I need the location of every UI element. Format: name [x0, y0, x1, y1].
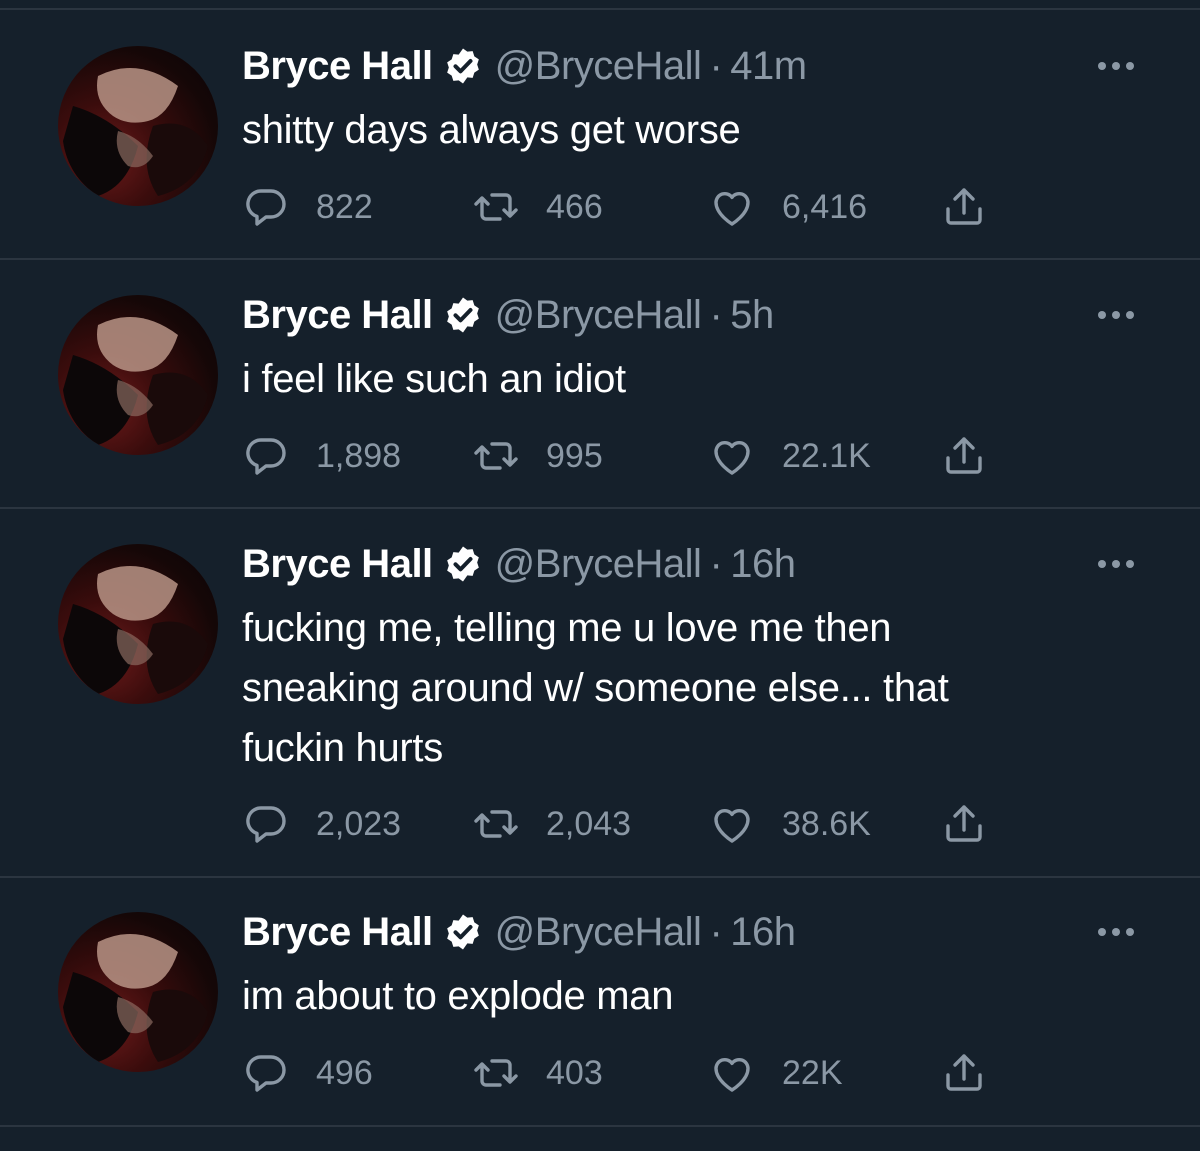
tweet-divider	[0, 258, 1200, 260]
separator-dot: ·	[709, 292, 723, 337]
heart-icon	[714, 192, 750, 226]
reply-count: 2,023	[316, 804, 402, 843]
more-icon[interactable]	[1092, 554, 1140, 574]
tweet-text: fucking me, telling me u love me then sn…	[242, 598, 1122, 778]
verified-badge-icon	[446, 914, 479, 950]
tweet-header: Bryce Hall @BryceHall · 41m	[242, 42, 807, 90]
timestamp[interactable]: 41m	[730, 44, 807, 89]
avatar[interactable]	[58, 295, 218, 455]
tweet-actions: 822 466 6,416	[242, 182, 1002, 232]
separator-dot: ·	[709, 43, 723, 88]
tweet-text-line: im about to explode man	[242, 974, 674, 1018]
tweet-actions: 1,898 995 22.1K	[242, 431, 1002, 481]
share-button[interactable]	[940, 431, 988, 481]
tweet-actions: 2,023 2,043 38.6K	[242, 799, 1002, 849]
share-icon	[946, 805, 982, 842]
timestamp[interactable]: 16h	[730, 910, 796, 955]
avatar-image	[63, 68, 208, 196]
retweet-icon	[474, 1059, 518, 1087]
avatar[interactable]	[58, 912, 218, 1072]
avatar[interactable]	[58, 46, 218, 206]
verified-badge-icon	[446, 297, 479, 333]
retweet-icon	[474, 193, 518, 221]
avatar-image	[63, 317, 208, 445]
avatar[interactable]	[58, 544, 218, 704]
more-icon[interactable]	[1092, 56, 1140, 76]
like-count: 22K	[782, 1053, 843, 1092]
share-icon	[946, 437, 982, 474]
heart-icon	[714, 1058, 750, 1092]
handle[interactable]: @BryceHall	[495, 44, 702, 89]
reply-button[interactable]: 2,023	[242, 799, 401, 849]
share-button[interactable]	[940, 1048, 988, 1098]
reply-count: 822	[316, 187, 373, 226]
like-count: 6,416	[782, 187, 868, 226]
reply-button[interactable]: 496	[242, 1048, 373, 1098]
verified-badge-icon	[446, 48, 479, 84]
retweet-button[interactable]: 466	[472, 182, 603, 232]
heart-icon	[714, 441, 750, 475]
retweet-count: 2,043	[546, 804, 632, 843]
tweet-text: shitty days always get worse	[242, 100, 1122, 160]
reply-button[interactable]: 822	[242, 182, 373, 232]
like-count: 38.6K	[782, 804, 871, 843]
like-button[interactable]: 38.6K	[708, 799, 871, 849]
retweet-count: 466	[546, 187, 603, 226]
timestamp[interactable]: 16h	[730, 542, 796, 587]
retweet-icon	[474, 442, 518, 470]
reply-button[interactable]: 1,898	[242, 431, 401, 481]
tweet-text: im about to explode man	[242, 966, 1122, 1026]
reply-icon	[246, 438, 286, 475]
reply-icon	[246, 806, 286, 843]
like-button[interactable]: 6,416	[708, 182, 867, 232]
tweet-divider	[0, 876, 1200, 878]
heart-icon	[714, 809, 750, 843]
display-name[interactable]: Bryce Hall	[242, 44, 433, 89]
tweet-text-line: sneaking around w/ someone else... that	[242, 666, 949, 710]
separator-dot: ·	[709, 541, 723, 586]
tweet-text-line: i feel like such an idiot	[242, 357, 626, 401]
timestamp[interactable]: 5h	[730, 293, 774, 338]
share-button[interactable]	[940, 799, 988, 849]
tweet-text-line: fucking me, telling me u love me then	[242, 606, 892, 650]
reply-count: 1,898	[316, 436, 402, 475]
reply-icon	[246, 189, 286, 226]
like-count: 22.1K	[782, 436, 871, 475]
share-icon	[946, 1054, 982, 1091]
avatar-image	[63, 566, 208, 694]
handle[interactable]: @BryceHall	[495, 293, 702, 338]
share-icon	[946, 188, 982, 225]
tweet-divider	[0, 507, 1200, 509]
handle[interactable]: @BryceHall	[495, 910, 702, 955]
top-divider	[0, 8, 1200, 10]
tweet-text-line: shitty days always get worse	[242, 108, 741, 152]
verified-badge-icon	[446, 546, 479, 582]
more-icon[interactable]	[1092, 305, 1140, 325]
avatar-image	[63, 934, 208, 1062]
share-button[interactable]	[940, 182, 988, 232]
retweet-button[interactable]: 403	[472, 1048, 603, 1098]
retweet-button[interactable]: 2,043	[472, 799, 631, 849]
tweet-text: i feel like such an idiot	[242, 349, 1122, 409]
like-button[interactable]: 22.1K	[708, 431, 871, 481]
retweet-count: 403	[546, 1053, 603, 1092]
display-name[interactable]: Bryce Hall	[242, 910, 433, 955]
tweet-text-line: fuckin hurts	[242, 726, 443, 770]
tweet-header: Bryce Hall @BryceHall · 5h	[242, 291, 774, 339]
more-icon[interactable]	[1092, 922, 1140, 942]
tweet-header: Bryce Hall @BryceHall · 16h	[242, 908, 796, 956]
retweet-count: 995	[546, 436, 603, 475]
like-button[interactable]: 22K	[708, 1048, 843, 1098]
tweet-actions: 496 403 22K	[242, 1048, 1002, 1098]
retweet-icon	[474, 810, 518, 838]
retweet-button[interactable]: 995	[472, 431, 603, 481]
tweet-header: Bryce Hall @BryceHall · 16h	[242, 540, 796, 588]
tweet-divider	[0, 1125, 1200, 1127]
reply-icon	[246, 1055, 286, 1092]
reply-count: 496	[316, 1053, 373, 1092]
separator-dot: ·	[709, 909, 723, 954]
display-name[interactable]: Bryce Hall	[242, 542, 433, 587]
handle[interactable]: @BryceHall	[495, 542, 702, 587]
display-name[interactable]: Bryce Hall	[242, 293, 433, 338]
